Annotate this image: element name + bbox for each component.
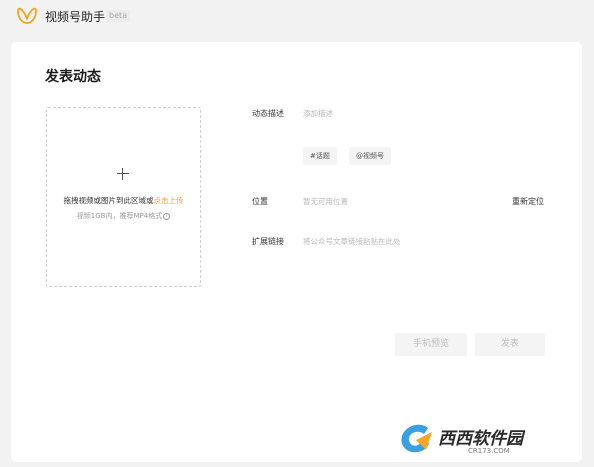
upload-hint: 拖拽视频或图片到此区域或点击上传 (47, 195, 200, 206)
upload-requirements: 视频1GB内，推荐MP4格式 i (47, 211, 200, 221)
beta-badge: beta (106, 10, 131, 22)
page-title: 发表动态 (45, 69, 101, 85)
butterfly-logo-icon (17, 7, 37, 24)
upload-hint-text: 拖拽视频或图片到此区域或 (63, 196, 154, 205)
mention-tag-button[interactable]: @视频号 (349, 147, 391, 165)
publish-card: 发表动态 拖拽视频或图片到此区域或点击上传 视频1GB内，推荐MP4格式 i 动态… (11, 42, 582, 462)
watermark-sub: CR173.COM (468, 447, 510, 455)
topic-tag-button[interactable]: #话题 (303, 147, 337, 165)
extended-link-label: 扩展链接 (252, 237, 284, 246)
top-bar: 视频号助手 beta (0, 0, 594, 34)
click-upload-link[interactable]: 点击上传 (154, 196, 184, 205)
info-icon[interactable]: i (163, 212, 171, 220)
watermark-text: 西西软件园 (438, 429, 523, 449)
media-upload-dropzone[interactable]: 拖拽视频或图片到此区域或点击上传 视频1GB内，推荐MP4格式 i (46, 107, 201, 287)
publish-button[interactable]: 发表 (475, 333, 545, 356)
description-label: 动态描述 (252, 109, 284, 118)
watermark-logo-icon (401, 424, 432, 453)
relocate-link[interactable]: 重新定位 (512, 196, 544, 207)
extended-link-input[interactable]: 将公众号文章链接粘贴在此处 (303, 236, 401, 247)
watermark: 西西软件园 CR173.COM (398, 420, 578, 460)
location-label: 位置 (252, 197, 268, 206)
app-title: 视频号助手 (45, 10, 106, 24)
location-input[interactable]: 暂无可用位置 (303, 196, 348, 207)
description-input[interactable]: 添加描述 (303, 108, 333, 119)
upload-requirements-text: 视频1GB内，推荐MP4格式 (76, 212, 163, 220)
phone-preview-button[interactable]: 手机预览 (395, 333, 467, 356)
plus-icon (117, 168, 129, 180)
